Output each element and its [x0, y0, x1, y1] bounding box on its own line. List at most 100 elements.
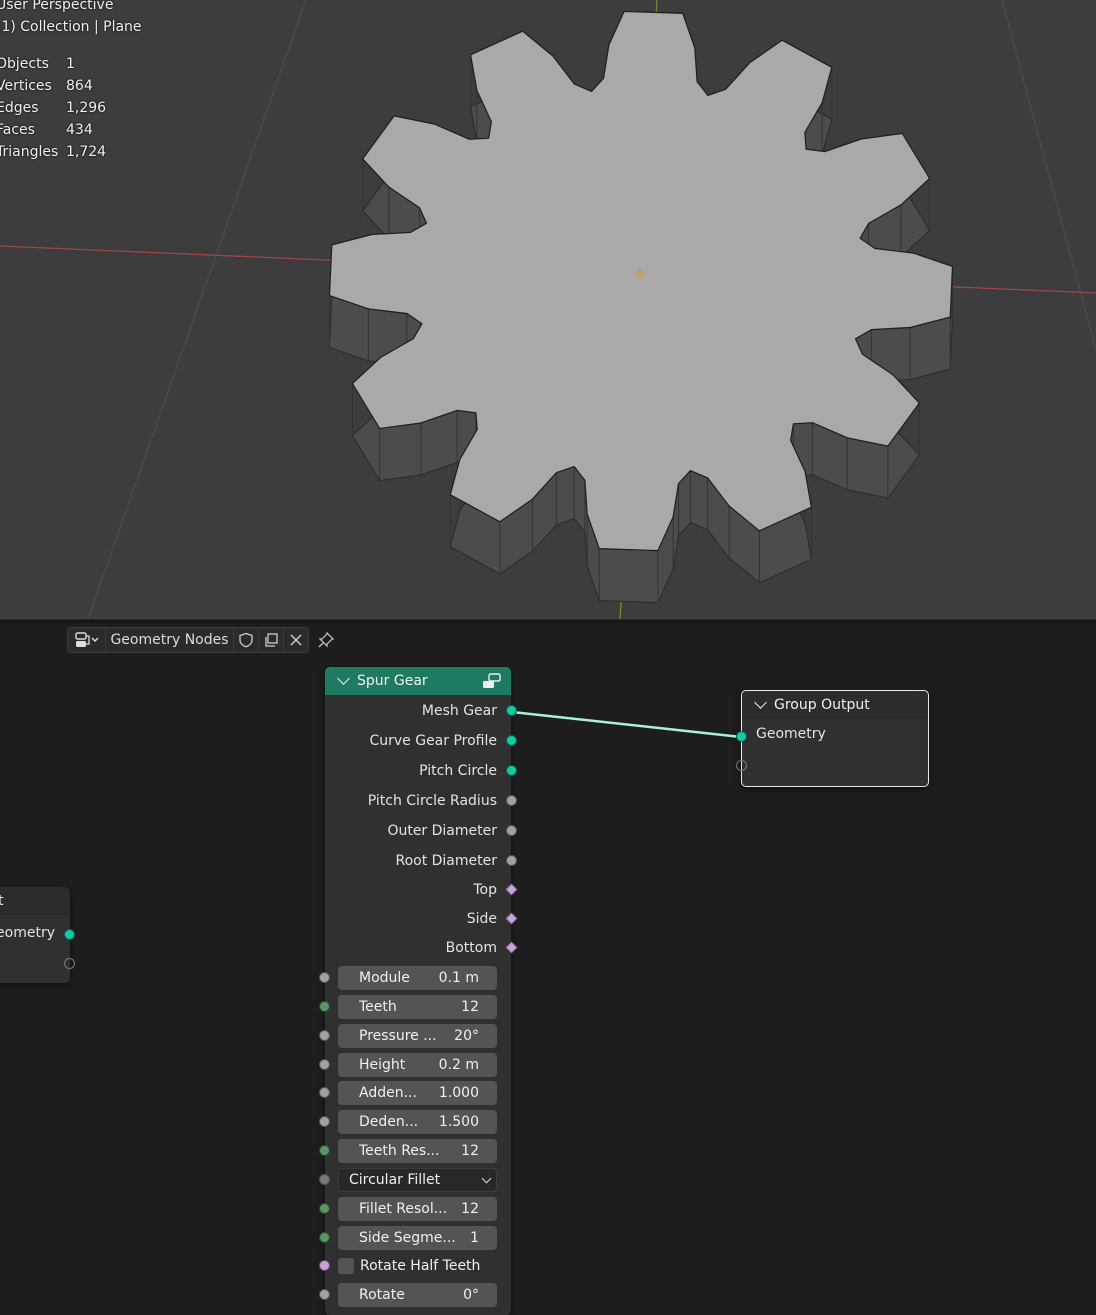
node-links — [511, 710, 742, 739]
side-segments-label: Side Segme... — [359, 1230, 456, 1246]
group-input-header[interactable]: t — [0, 887, 70, 915]
side-segments-value: 1 — [470, 1230, 479, 1246]
output-socket-root-diameter[interactable] — [506, 855, 517, 866]
close-icon — [290, 634, 302, 646]
height-field[interactable]: Height 0.2 m — [338, 1053, 497, 1077]
input-socket-addendum[interactable] — [319, 1087, 330, 1098]
teeth-resolution-field[interactable]: Teeth Res... 12 — [338, 1139, 497, 1163]
input-socket-module[interactable] — [319, 972, 330, 983]
rotate-half-teeth-label: Rotate Half Teeth — [360, 1258, 481, 1274]
side-segments-field[interactable]: Side Segme... 1 — [338, 1226, 497, 1250]
input-socket-empty[interactable] — [736, 760, 747, 771]
collapse-chevron-icon[interactable] — [337, 672, 350, 685]
gear-mesh — [328, 10, 954, 604]
duplicate-button[interactable] — [259, 627, 284, 653]
input-socket-teeth[interactable] — [319, 1001, 330, 1012]
stat-label: Faces — [0, 122, 35, 138]
rotate-half-teeth-checkbox[interactable] — [338, 1258, 354, 1274]
stat-label: Triangles — [0, 144, 59, 160]
output-socket-pitch-circle-radius[interactable] — [506, 795, 517, 806]
output-socket-outer-diameter[interactable] — [506, 825, 517, 836]
dedendum-field[interactable]: Deden... 1.500 — [338, 1110, 497, 1134]
teeth-resolution-value: 12 — [461, 1143, 479, 1159]
pressure-angle-field[interactable]: Pressure ... 20° — [338, 1024, 497, 1048]
teeth-label: Teeth — [359, 999, 397, 1015]
node-tree-type-dropdown[interactable] — [67, 627, 106, 653]
scene-statistics: Objects 1 Vertices 864 Edges 1,296 Faces 434… — [0, 53, 106, 163]
rotate-field[interactable]: Rotate 0° — [338, 1283, 497, 1307]
group-output-geometry-label: Geometry — [756, 726, 826, 742]
input-socket-pressure-angle[interactable] — [319, 1030, 330, 1041]
addendum-value: 1.000 — [438, 1085, 479, 1101]
group-output-title: Group Output — [774, 696, 870, 713]
stat-label: Vertices — [0, 78, 52, 94]
input-socket-side-segments[interactable] — [319, 1232, 330, 1243]
output-pitch-circle-radius: Pitch Circle Radius — [367, 793, 497, 809]
stat-value: 1,296 — [66, 100, 107, 116]
unlink-button[interactable] — [284, 627, 309, 653]
output-socket-pitch-circle[interactable] — [506, 765, 517, 776]
group-output-node[interactable]: Group Output Geometry — [736, 690, 929, 787]
input-socket-height[interactable] — [319, 1059, 330, 1070]
fillet-mode-value: Circular Fillet — [349, 1172, 441, 1188]
fillet-resolution-field[interactable]: Fillet Resol... 12 — [338, 1197, 497, 1221]
stat-label: Objects — [0, 56, 49, 72]
height-label: Height — [359, 1057, 406, 1073]
output-socket-mesh-gear[interactable] — [506, 705, 517, 716]
3d-viewport[interactable]: User Perspective (1) Collection | Plane … — [0, 0, 1096, 619]
output-outer-diameter: Outer Diameter — [387, 823, 497, 839]
input-socket-geometry[interactable] — [736, 731, 747, 742]
spur-gear-node-header[interactable]: Spur Gear — [325, 667, 511, 695]
stat-value: 864 — [66, 78, 93, 94]
output-side: Side — [466, 911, 497, 927]
input-socket-fillet-resolution[interactable] — [319, 1203, 330, 1214]
height-value: 0.2 m — [438, 1057, 479, 1073]
stat-row: Objects 1 — [0, 53, 106, 75]
stat-row: Faces 434 — [0, 119, 106, 141]
node-tree-icon — [74, 632, 98, 647]
stat-row: Edges 1,296 — [0, 97, 106, 119]
output-socket-empty[interactable] — [64, 958, 75, 969]
module-value: 0.1 m — [438, 970, 479, 986]
group-input-node[interactable]: t eometry — [0, 887, 75, 983]
pressure-angle-label: Pressure ... — [359, 1028, 437, 1044]
collapse-chevron-icon[interactable] — [754, 695, 767, 709]
rotate-label: Rotate — [359, 1287, 405, 1303]
fillet-resolution-value: 12 — [461, 1201, 479, 1217]
fillet-mode-dropdown[interactable]: Circular Fillet — [338, 1168, 497, 1192]
input-socket-fillet-mode[interactable] — [319, 1174, 330, 1185]
module-label: Module — [359, 970, 410, 986]
group-input-geometry-label: eometry — [0, 925, 55, 941]
module-field[interactable]: Module 0.1 m — [338, 966, 497, 990]
node-tree-name-field[interactable]: Geometry Nodes — [106, 627, 234, 653]
viewport-collection-label: (1) Collection | Plane — [0, 19, 142, 35]
group-output-header[interactable]: Group Output — [742, 691, 928, 719]
fillet-resolution-label: Fillet Resol... — [359, 1201, 448, 1217]
input-socket-teeth-resolution[interactable] — [319, 1145, 330, 1156]
teeth-field[interactable]: Teeth 12 — [338, 995, 497, 1019]
node-editor[interactable]: Geometry Nodes Spur Gear Mesh Gear Curve… — [0, 623, 1096, 1315]
stat-row: Vertices 864 — [0, 75, 106, 97]
output-curve-gear-profile: Curve Gear Profile — [369, 733, 497, 749]
pin-button[interactable] — [316, 630, 336, 650]
viewport-canvas — [0, 0, 1096, 619]
addendum-field[interactable]: Adden... 1.000 — [338, 1081, 497, 1105]
rotate-half-teeth-row[interactable]: Rotate Half Teeth — [338, 1254, 480, 1278]
spur-gear-node[interactable]: Spur Gear Mesh Gear Curve Gear Profile P… — [319, 667, 518, 1315]
teeth-resolution-label: Teeth Res... — [359, 1143, 440, 1159]
output-socket-curve-gear-profile[interactable] — [506, 735, 517, 746]
input-socket-dedendum[interactable] — [319, 1116, 330, 1127]
output-mesh-gear: Mesh Gear — [421, 703, 497, 719]
group-input-title: t — [0, 893, 4, 909]
teeth-value: 12 — [461, 999, 479, 1015]
output-bottom: Bottom — [445, 940, 497, 956]
dedendum-label: Deden... — [359, 1114, 419, 1130]
link-mesh-gear-to-geometry — [511, 710, 742, 739]
node-group-icon[interactable] — [482, 672, 502, 690]
input-socket-rotate[interactable] — [319, 1289, 330, 1300]
fake-user-button[interactable] — [234, 627, 259, 653]
stat-value: 1,724 — [66, 144, 107, 160]
stat-row: Triangles 1,724 — [0, 141, 106, 163]
output-socket-geometry[interactable] — [64, 929, 75, 940]
input-socket-rotate-half-teeth[interactable] — [319, 1260, 330, 1271]
